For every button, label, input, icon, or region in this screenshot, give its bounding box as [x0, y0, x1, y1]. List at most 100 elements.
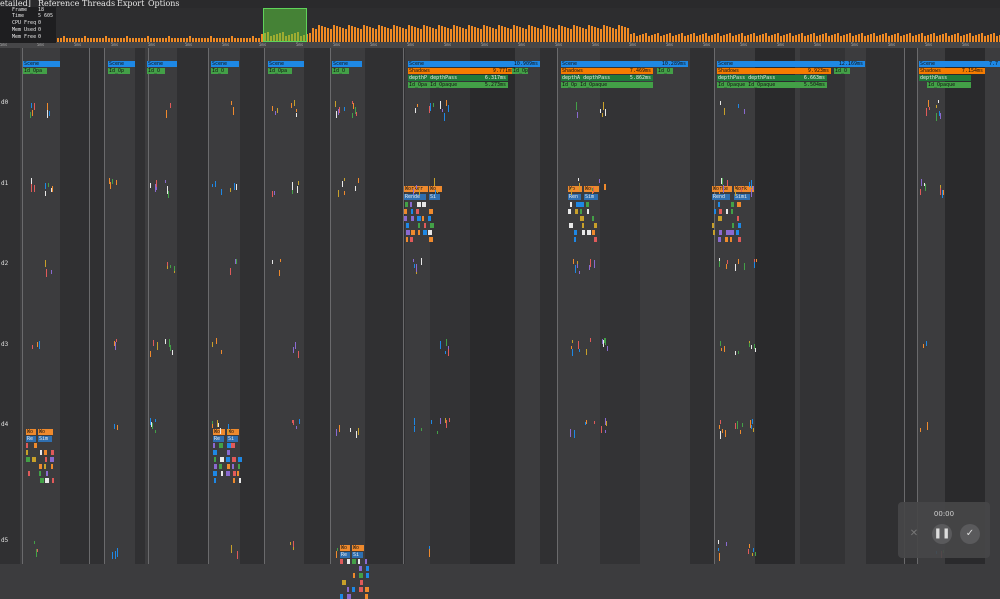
histogram-bar: [906, 34, 908, 42]
stat-key: Mem Free: [12, 34, 37, 40]
zone-scene[interactable]: Scene: [211, 61, 239, 67]
zone-render[interactable]: Rend: [712, 194, 730, 200]
frame-histogram[interactable]: [0, 8, 1000, 42]
zone-scene[interactable]: Scene 7.7: [919, 61, 1000, 67]
zone-mark: [274, 191, 275, 195]
zone-mark: [424, 223, 426, 228]
zone-shadows[interactable]: Shadows 9.771ms: [408, 68, 516, 74]
zone-mark: [571, 188, 572, 195]
zone-mark: [172, 350, 173, 355]
zone-mark: [751, 180, 752, 188]
zone-mark: [406, 230, 410, 235]
frame-boundary: [22, 48, 23, 564]
zone-render[interactable]: Sim: [38, 436, 52, 442]
histogram-bar: [921, 33, 923, 42]
menu-item-options[interactable]: Options: [148, 0, 180, 8]
timeline-view[interactable]: d0 d1 d2 d3 d4 d5 Scene Id_Opa Scene Id_…: [0, 48, 1000, 599]
histogram-bar: [987, 35, 989, 42]
zone-mark: [366, 566, 369, 571]
histogram-bar: [348, 25, 350, 42]
zone-mark: [725, 237, 728, 242]
zone-opaque[interactable]: Id_O: [834, 68, 850, 74]
zone-scene[interactable]: Scene: [23, 61, 60, 67]
zone-mark: [350, 428, 351, 432]
zone-render[interactable]: Rende: [404, 194, 426, 200]
zone-shadows[interactable]: Shadows 9.923ms: [717, 68, 831, 74]
zone-mark: [165, 339, 166, 344]
histogram-bar: [945, 33, 947, 42]
zone-mark: [429, 237, 433, 242]
zone-mark: [293, 347, 294, 353]
zone-mark: [592, 230, 595, 235]
zone-render[interactable]: Sim: [584, 194, 598, 200]
histogram-bar: [345, 29, 347, 42]
zone-mark: [49, 111, 50, 116]
zone-opaque[interactable]: Id_Opa Id_Opaque 5.273ms: [408, 82, 508, 88]
zone-scene[interactable]: Scene: [108, 61, 135, 67]
zone-shadows[interactable]: Shadows 7.469ms: [561, 68, 653, 74]
histogram-bar: [507, 28, 509, 42]
idle-gap: [60, 48, 104, 564]
zone-opaque[interactable]: Id_Opa: [23, 68, 47, 74]
zone-opaque[interactable]: Id_Opaque: [927, 82, 971, 88]
histogram-bar: [861, 33, 863, 42]
frame-boundary: [330, 48, 331, 564]
zone-render[interactable]: Si: [352, 552, 363, 558]
zone-mark: [347, 594, 351, 599]
histogram-bar: [399, 27, 401, 42]
zone-time: 7.469ms: [629, 68, 651, 74]
zone-scene[interactable]: Scene 10.909ms: [408, 61, 540, 67]
zone-worker[interactable]: Worke: [712, 186, 732, 192]
zone-render[interactable]: Re: [340, 552, 350, 558]
frame-selection[interactable]: [263, 8, 307, 42]
zone-scene[interactable]: Scene: [147, 61, 177, 67]
zone-scene[interactable]: Scene 12.169ms: [717, 61, 865, 67]
zone-opaque[interactable]: Id_O: [332, 68, 349, 74]
zone-opaque[interactable]: Id_Op: [108, 68, 130, 74]
zone-opaque[interactable]: Id_O: [211, 68, 228, 74]
zone-mark: [32, 457, 36, 462]
zone-depthpass[interactable]: depthA depthPass 5.862ms: [561, 75, 653, 81]
histogram-bar: [336, 26, 338, 42]
zone-worker[interactable]: Wo: [213, 429, 225, 435]
zone-worker[interactable]: Wo: [38, 429, 53, 435]
zone-mark: [213, 443, 215, 448]
zone-scene[interactable]: Scene: [332, 61, 362, 67]
histogram-bar: [897, 33, 899, 42]
zone-mark: [150, 351, 151, 357]
zone-worker[interactable]: Wo: [26, 429, 36, 435]
pause-icon[interactable]: ❚❚: [932, 524, 952, 544]
zone-worker[interactable]: Wo: [352, 545, 364, 551]
close-icon[interactable]: ✕: [904, 524, 924, 544]
zone-worker[interactable]: Wo: [340, 545, 350, 551]
zone-opaque[interactable]: Id_Opaque Id_Opaque 5.504ms: [717, 82, 827, 88]
zone-scene[interactable]: Scene 10.289ms: [561, 61, 688, 67]
zone-shadows[interactable]: Shadows 7.154ms: [919, 68, 985, 74]
zone-opaque[interactable]: Id_Op Id_Opaque: [561, 82, 653, 88]
zone-opaque[interactable]: Id_O: [657, 68, 673, 74]
zone-depthpass[interactable]: depthPass depthPass 6.663ms: [717, 75, 827, 81]
zone-mark: [593, 187, 594, 193]
histogram-bar: [726, 34, 728, 42]
zone-mark: [51, 270, 52, 274]
zone-render[interactable]: Re: [213, 436, 224, 442]
check-icon[interactable]: ✓: [960, 524, 980, 544]
zone-scene[interactable]: Scene: [268, 61, 304, 67]
zone-depthpass[interactable]: depthPass: [919, 75, 971, 81]
zone-opaque[interactable]: Id_O: [147, 68, 165, 74]
zone-render[interactable]: Si: [227, 436, 238, 442]
zone-opaque[interactable]: Id_Opa: [268, 68, 292, 74]
zone-mark: [233, 471, 236, 476]
frame-shade: [600, 48, 640, 564]
histogram-bar: [441, 26, 443, 42]
zone-render[interactable]: Ren: [568, 194, 581, 200]
zone-render[interactable]: Simi: [734, 194, 750, 200]
zone-mark: [298, 351, 299, 358]
zone-render[interactable]: Re: [26, 436, 36, 442]
zone-mark: [576, 102, 577, 110]
menu-item-export[interactable]: Export: [117, 0, 144, 8]
menu-item-threads[interactable]: Threads: [82, 0, 115, 8]
zone-opaque[interactable]: Id_Opa: [512, 68, 528, 74]
zone-depthpass[interactable]: depthP depthPass 6.317ms: [408, 75, 508, 81]
thread-label: d5: [1, 537, 9, 544]
